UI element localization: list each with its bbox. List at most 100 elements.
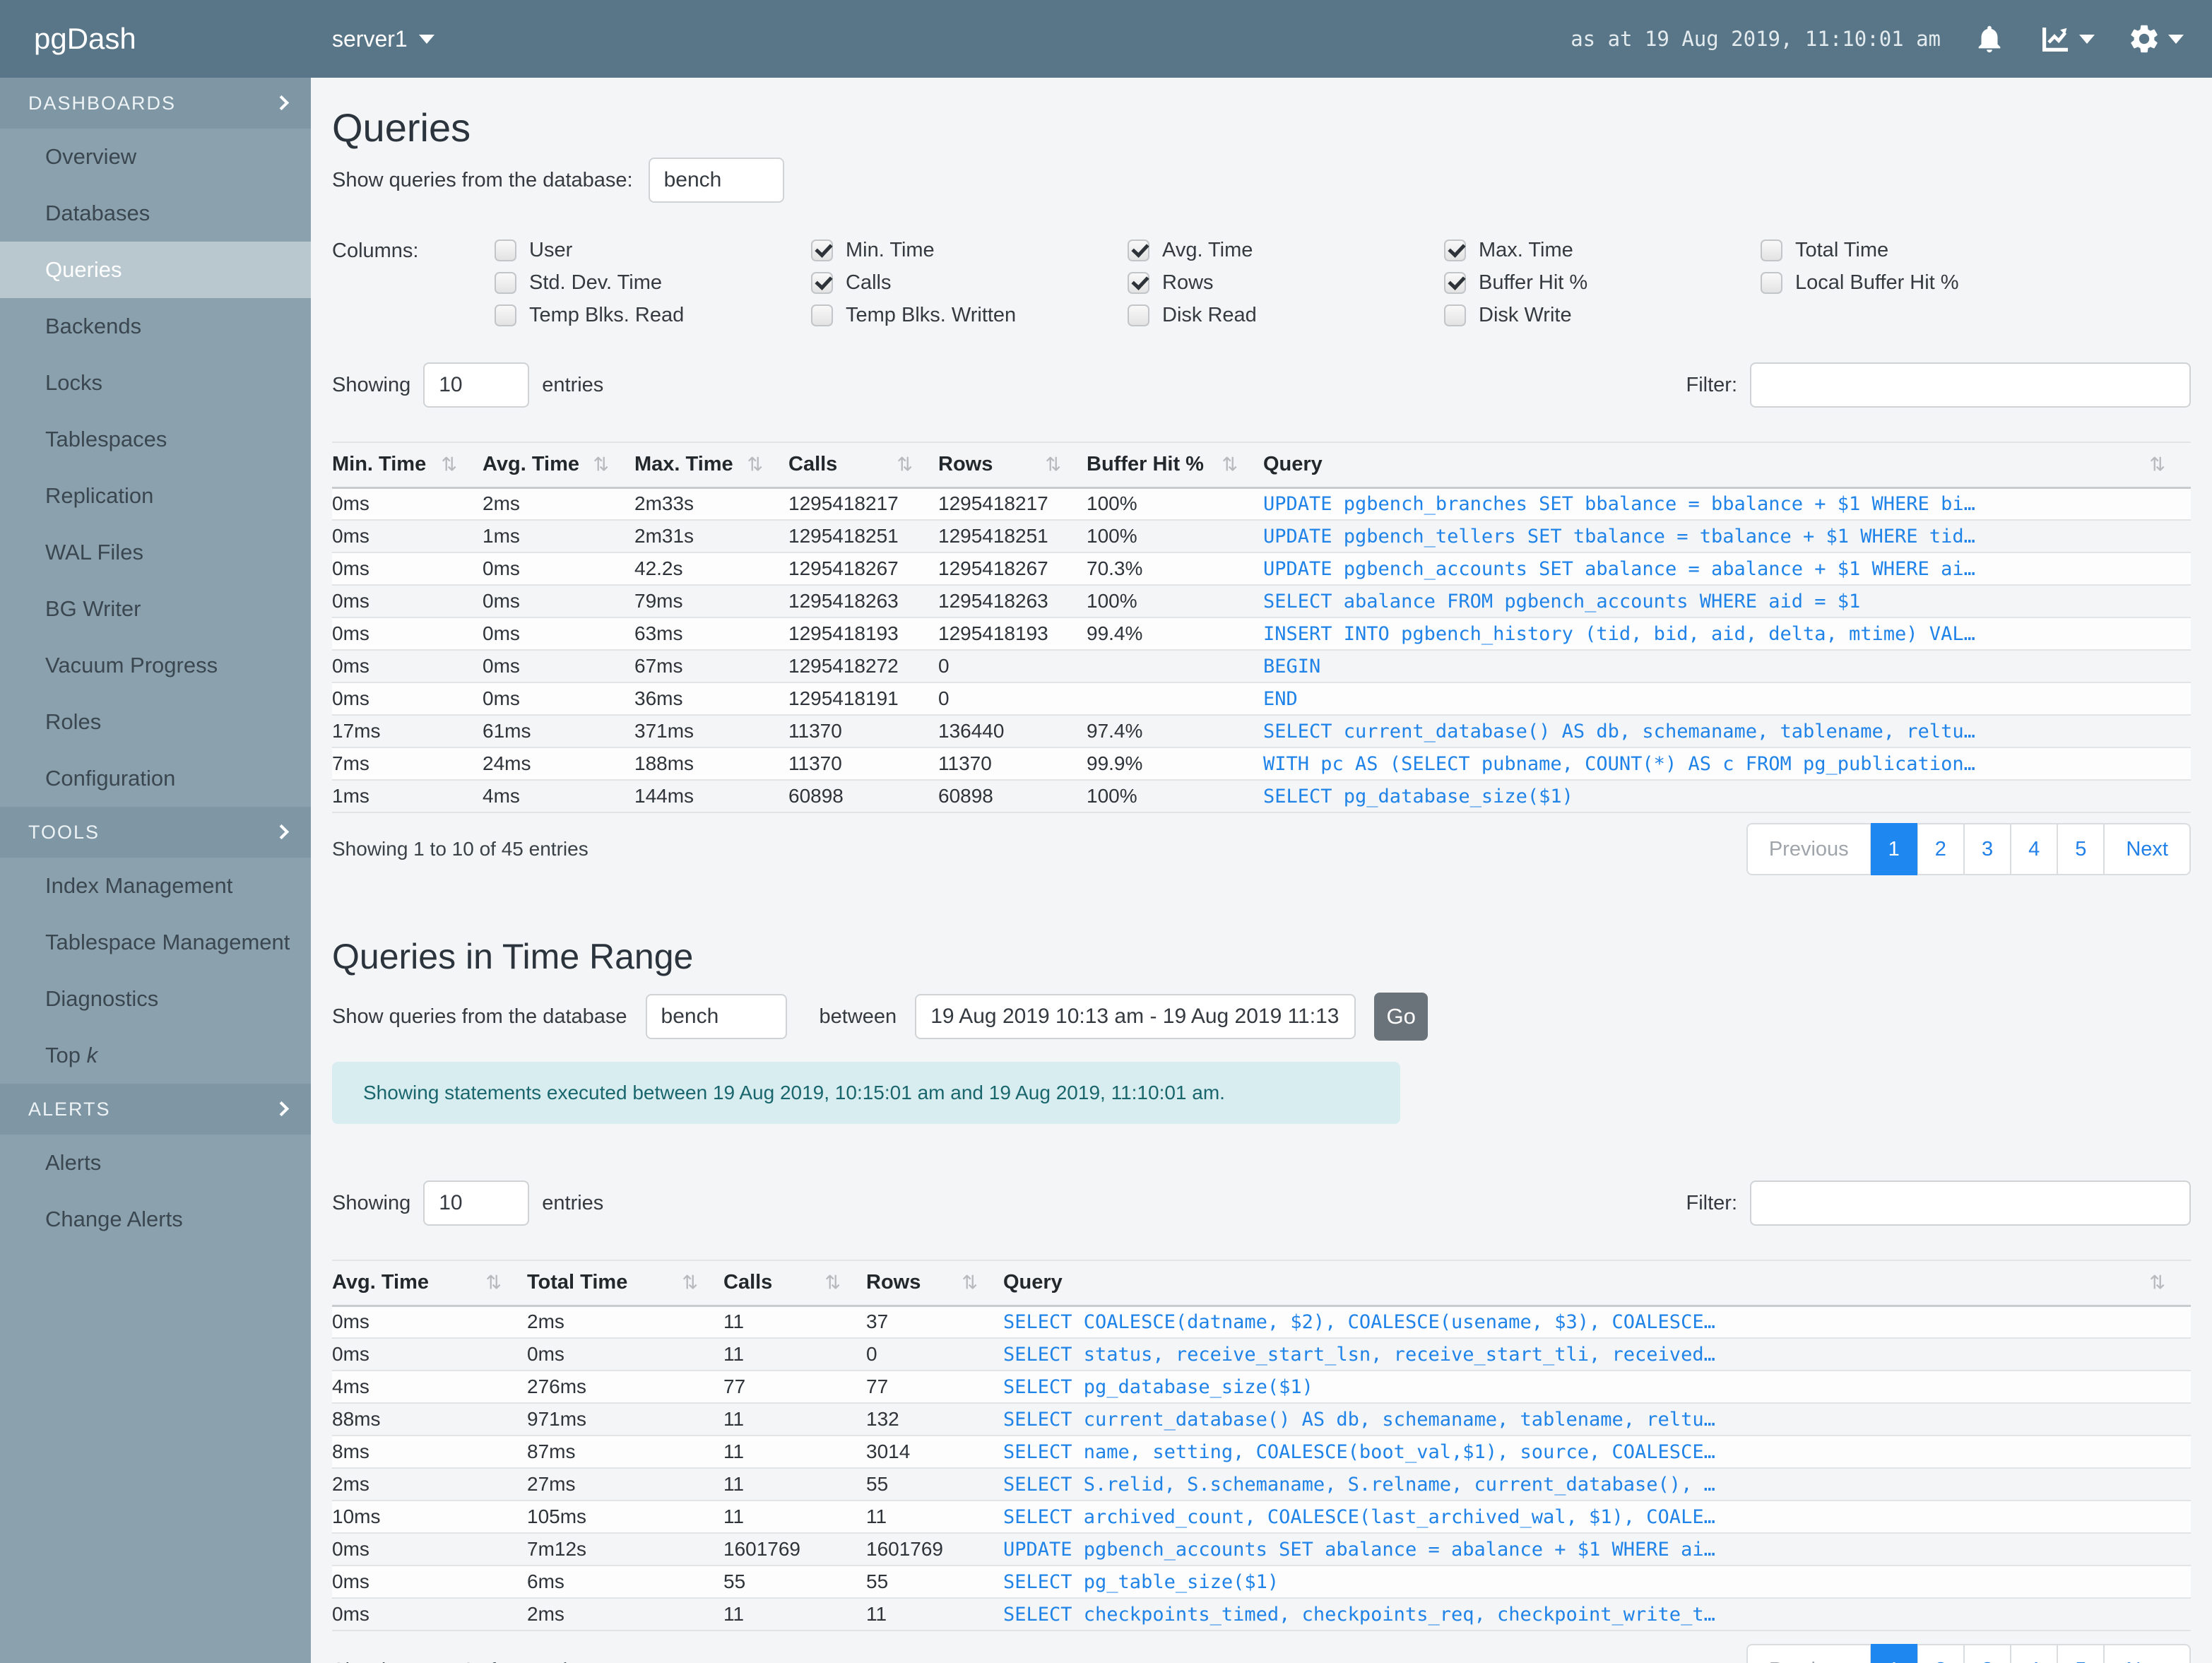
filter-input[interactable] xyxy=(1750,362,2191,408)
checkbox-box[interactable] xyxy=(1128,304,1149,326)
column-checkbox-disk-write[interactable]: Disk Write xyxy=(1444,299,1761,331)
sidebar-item-bg-writer[interactable]: BG Writer xyxy=(0,581,311,637)
checkbox-box[interactable] xyxy=(811,239,833,261)
query-link[interactable]: UPDATE pgbench_tellers SET tbalance = tb… xyxy=(1263,526,1975,548)
column-checkbox-disk-read[interactable]: Disk Read xyxy=(1128,299,1444,331)
page-size-input[interactable] xyxy=(423,1180,530,1226)
checkbox-box[interactable] xyxy=(495,304,516,326)
pagination-page-4[interactable]: 4 xyxy=(2011,1644,2058,1663)
checkbox-box[interactable] xyxy=(1444,239,1466,261)
sidebar-item-top-k[interactable]: Top k xyxy=(0,1027,311,1084)
checkbox-box[interactable] xyxy=(811,271,833,294)
sidebar-item-change-alerts[interactable]: Change Alerts xyxy=(0,1191,311,1248)
checkbox-box[interactable] xyxy=(495,271,516,294)
database-input[interactable] xyxy=(648,158,784,203)
column-checkbox-temp-blks-read[interactable]: Temp Blks. Read xyxy=(495,299,811,331)
column-checkbox-user[interactable]: User xyxy=(495,234,811,266)
checkbox-box[interactable] xyxy=(1128,239,1149,261)
header-max-time[interactable]: Max. Time ⇅ xyxy=(634,442,788,489)
column-checkbox-rows[interactable]: Rows xyxy=(1128,266,1444,299)
checkbox-box[interactable] xyxy=(1444,271,1466,294)
header-calls[interactable]: Calls ⇅ xyxy=(788,442,938,489)
query-link[interactable]: INSERT INTO pgbench_history (tid, bid, a… xyxy=(1263,623,1975,645)
query-link[interactable]: SELECT checkpoints_timed, checkpoints_re… xyxy=(1003,1604,1715,1626)
sort-icon[interactable]: ⇅ xyxy=(593,454,609,475)
query-link[interactable]: SELECT archived_count, COALESCE(last_arc… xyxy=(1003,1506,1715,1528)
query-link[interactable]: SELECT S.relid, S.schemaname, S.relname,… xyxy=(1003,1474,1715,1496)
charts-menu[interactable] xyxy=(2038,22,2095,56)
query-link[interactable]: BEGIN xyxy=(1263,656,1320,677)
column-checkbox-total-time[interactable]: Total Time xyxy=(1761,234,2077,266)
time-range-input[interactable] xyxy=(915,994,1356,1039)
column-checkbox-std-dev-time[interactable]: Std. Dev. Time xyxy=(495,266,811,299)
pagination-previous[interactable]: Previous xyxy=(1746,1644,1871,1663)
pagination-page-3[interactable]: 3 xyxy=(1963,1644,2011,1663)
sort-icon[interactable]: ⇅ xyxy=(441,454,457,475)
checkbox-box[interactable] xyxy=(1128,271,1149,294)
header-query[interactable]: Query ⇅ xyxy=(1003,1260,2191,1307)
checkbox-box[interactable] xyxy=(1761,271,1782,294)
query-link[interactable]: SELECT pg_database_size($1) xyxy=(1003,1376,1313,1398)
page-size-input[interactable] xyxy=(423,362,530,408)
header-rows[interactable]: Rows ⇅ xyxy=(866,1260,1003,1307)
sidebar-section-alerts[interactable]: ALERTS xyxy=(0,1084,311,1135)
checkbox-box[interactable] xyxy=(811,304,833,326)
query-link[interactable]: UPDATE pgbench_branches SET bbalance = b… xyxy=(1263,493,1975,515)
sidebar-item-diagnostics[interactable]: Diagnostics xyxy=(0,971,311,1027)
checkbox-box[interactable] xyxy=(1761,239,1782,261)
header-buffer-hit[interactable]: Buffer Hit % ⇅ xyxy=(1087,442,1263,489)
query-link[interactable]: SELECT name, setting, COALESCE(boot_val,… xyxy=(1003,1441,1715,1463)
column-checkbox-calls[interactable]: Calls xyxy=(811,266,1128,299)
column-checkbox-temp-blks-written[interactable]: Temp Blks. Written xyxy=(811,299,1128,331)
query-link[interactable]: SELECT pg_table_size($1) xyxy=(1003,1571,1279,1593)
sort-icon[interactable]: ⇅ xyxy=(962,1272,978,1294)
pagination-next[interactable]: Next xyxy=(2104,823,2191,875)
pagination-page-1[interactable]: 1 xyxy=(1870,1644,1917,1663)
column-checkbox-buffer-hit[interactable]: Buffer Hit % xyxy=(1444,266,1761,299)
sort-icon[interactable]: ⇅ xyxy=(485,1272,502,1294)
sidebar-item-configuration[interactable]: Configuration xyxy=(0,750,311,807)
header-calls[interactable]: Calls ⇅ xyxy=(723,1260,866,1307)
database-input[interactable] xyxy=(645,994,787,1039)
sort-icon[interactable]: ⇅ xyxy=(2149,1272,2165,1294)
header-total-time[interactable]: Total Time ⇅ xyxy=(527,1260,723,1307)
sidebar-item-overview[interactable]: Overview xyxy=(0,129,311,185)
pagination-page-3[interactable]: 3 xyxy=(1963,823,2011,875)
sort-icon[interactable]: ⇅ xyxy=(2149,454,2165,475)
go-button[interactable]: Go xyxy=(1374,993,1429,1041)
pagination-page-1[interactable]: 1 xyxy=(1870,823,1917,875)
sidebar-section-tools[interactable]: TOOLS xyxy=(0,807,311,858)
sort-icon[interactable]: ⇅ xyxy=(897,454,913,475)
sidebar-item-backends[interactable]: Backends xyxy=(0,298,311,355)
sidebar-item-tablespaces[interactable]: Tablespaces xyxy=(0,411,311,468)
server-dropdown[interactable]: server1 xyxy=(332,0,434,78)
sort-icon[interactable]: ⇅ xyxy=(1222,454,1238,475)
query-link[interactable]: WITH pc AS (SELECT pubname, COUNT(*) AS … xyxy=(1263,753,1975,775)
query-link[interactable]: SELECT abalance FROM pgbench_accounts WH… xyxy=(1263,591,1860,612)
sidebar-item-vacuum-progress[interactable]: Vacuum Progress xyxy=(0,637,311,694)
settings-menu[interactable] xyxy=(2127,22,2184,56)
sort-icon[interactable]: ⇅ xyxy=(682,1272,698,1294)
checkbox-box[interactable] xyxy=(1444,304,1466,326)
header-avg-time[interactable]: Avg. Time ⇅ xyxy=(332,1260,527,1307)
pagination-page-2[interactable]: 2 xyxy=(1917,1644,1964,1663)
query-link[interactable]: SELECT COALESCE(datname, $2), COALESCE(u… xyxy=(1003,1311,1715,1333)
notifications-bell-icon[interactable] xyxy=(1973,23,2006,55)
query-link[interactable]: UPDATE pgbench_accounts SET abalance = a… xyxy=(1263,558,1975,580)
query-link[interactable]: SELECT status, receive_start_lsn, receiv… xyxy=(1003,1344,1715,1366)
query-link[interactable]: END xyxy=(1263,688,1298,710)
pagination-next[interactable]: Next xyxy=(2104,1644,2191,1663)
header-avg-time[interactable]: Avg. Time ⇅ xyxy=(483,442,634,489)
app-logo[interactable]: pgDash xyxy=(34,0,136,78)
column-checkbox-avg-time[interactable]: Avg. Time xyxy=(1128,234,1444,266)
header-min-time[interactable]: Min. Time ⇅ xyxy=(332,442,483,489)
header-query[interactable]: Query ⇅ xyxy=(1263,442,2191,489)
filter-input[interactable] xyxy=(1750,1180,2191,1226)
header-rows[interactable]: Rows ⇅ xyxy=(938,442,1087,489)
sidebar-item-index-management[interactable]: Index Management xyxy=(0,858,311,914)
checkbox-box[interactable] xyxy=(495,239,516,261)
sidebar-item-locks[interactable]: Locks xyxy=(0,355,311,411)
pagination-page-4[interactable]: 4 xyxy=(2011,823,2058,875)
query-link[interactable]: SELECT pg_database_size($1) xyxy=(1263,786,1573,807)
column-checkbox-max-time[interactable]: Max. Time xyxy=(1444,234,1761,266)
